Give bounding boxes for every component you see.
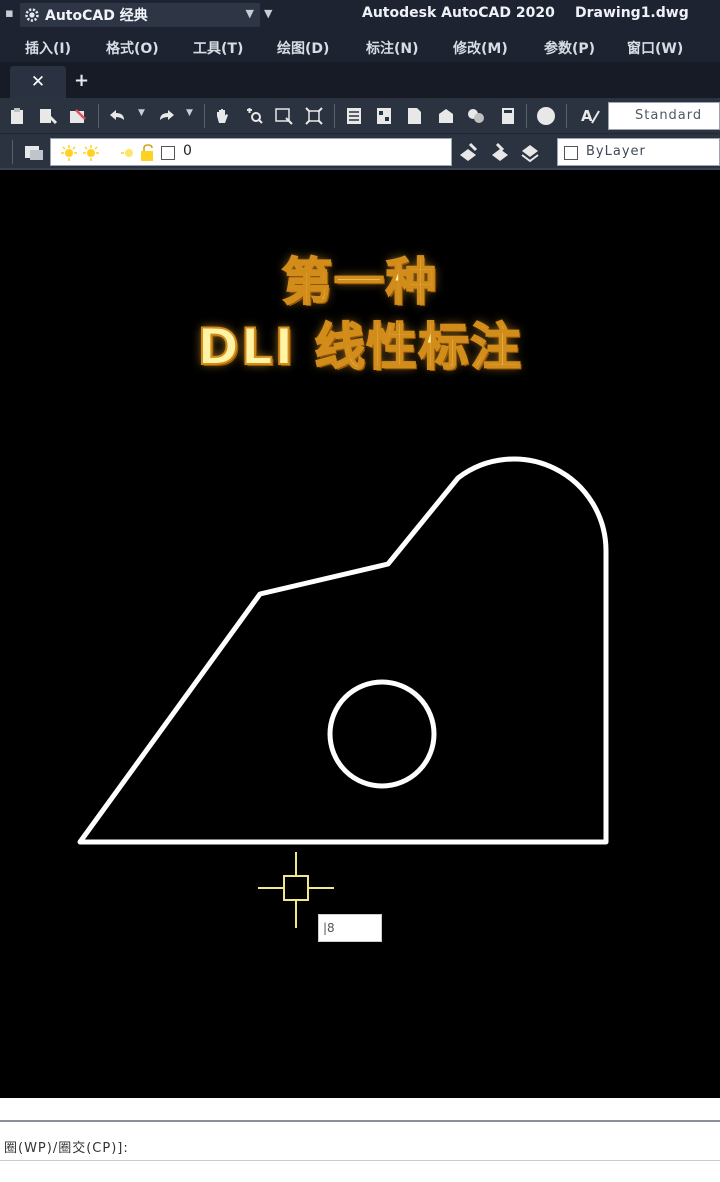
redo-dropdown-icon[interactable]: ▼ [186,108,193,118]
menu-window[interactable]: 窗口(W) [627,38,683,58]
pan-hand-icon[interactable] [210,104,234,128]
color-control-select[interactable]: ByLayer [557,138,720,166]
command-line-area: 圈(WP)/圈交(CP)]: [0,1098,720,1182]
menu-insert[interactable]: 插入(I) [25,38,71,58]
menu-draw[interactable]: 绘图(D) [277,38,329,58]
zoom-realtime-icon[interactable] [242,104,266,128]
sheet-set-icon[interactable] [434,104,458,128]
svg-text:A: A [581,107,593,125]
menu-format[interactable]: 格式(O) [106,38,159,58]
gear-icon [23,6,41,24]
drawing-geometry [77,456,609,928]
workspace-label: AutoCAD 经典 [45,8,148,24]
layer-thaw-sun-icon[interactable] [81,144,101,166]
toolbar-separator [98,104,99,128]
undo-dropdown-icon[interactable]: ▼ [138,108,145,118]
toolbar-separator [12,140,13,164]
toolbar-separator [566,104,567,128]
match-properties-icon[interactable] [36,104,60,128]
color-control-label: ByLayer [586,144,646,159]
layer-previous-icon[interactable] [488,140,512,164]
toolbar-separator [204,104,205,128]
quick-access-dropdown-icon[interactable]: ▼ [264,7,272,20]
menu-bar: 插入(I) 格式(O) 工具(T) 绘图(D) 标注(N) 修改(M) 参数(P… [0,30,720,62]
paste-icon[interactable] [6,104,30,128]
app-menu-dash-icon[interactable]: ▪ [5,6,14,21]
text-style-select[interactable]: Standard [608,102,720,130]
menu-dimension[interactable]: 标注(N) [366,38,419,58]
command-line-divider [0,1120,720,1122]
markup-set-icon[interactable] [464,104,488,128]
make-object-layer-current-icon[interactable] [456,140,480,164]
toolbar-separator [334,104,335,128]
command-line-divider [0,1160,720,1161]
part-hole-circle [327,679,437,789]
close-icon[interactable]: ✕ [31,72,45,92]
dynamic-input-field[interactable]: |8 [318,914,382,942]
drawing-canvas[interactable]: 第一种 DLI 线性标注 |8 [0,172,720,1098]
chevron-down-icon[interactable]: ▼ [246,7,254,20]
workspace-select[interactable]: AutoCAD 经典 ▼ [20,3,260,27]
zoom-window-icon[interactable] [272,104,296,128]
command-prompt[interactable]: 圈(WP)/圈交(CP)]: [4,1137,129,1156]
title-bar: ▪ AutoCAD 经典 ▼ ▼ Autodesk AutoCAD 2020 D… [0,0,720,30]
part-outline [77,456,609,845]
document-tab-strip: ✕ + [0,62,720,98]
document-tab[interactable]: ✕ [10,66,66,98]
menu-modify[interactable]: 修改(M) [453,38,508,58]
properties-icon[interactable] [342,104,366,128]
design-center-icon[interactable] [372,104,396,128]
app-title: Autodesk AutoCAD 2020 [362,5,555,21]
layer-state-icon[interactable] [518,140,542,164]
layer-on-bulb-icon[interactable] [59,144,79,166]
text-style-icon[interactable]: A [578,104,602,128]
autocad-window: ▪ AutoCAD 经典 ▼ ▼ Autodesk AutoCAD 2020 D… [0,0,720,1182]
current-layer-name: 0 [183,143,192,159]
menu-parametric[interactable]: 参数(P) [544,38,595,58]
document-title: Drawing1.dwg [575,5,689,21]
layer-properties-icon[interactable] [22,140,46,164]
layer-unlock-icon[interactable] [137,144,157,166]
toolbar-separator [526,104,527,128]
layer-viewport-sun-icon[interactable] [119,144,139,166]
color-swatch [564,146,578,160]
undo-icon[interactable] [106,104,130,128]
layer-select[interactable]: 0 [50,138,452,166]
tool-palettes-icon[interactable] [402,104,426,128]
zoom-previous-icon[interactable] [302,104,326,128]
help-sphere-icon[interactable] [534,104,558,128]
layer-color-swatch [161,146,175,160]
redo-icon[interactable] [154,104,178,128]
new-tab-plus-icon[interactable]: + [74,70,89,91]
menu-tools[interactable]: 工具(T) [193,38,243,58]
block-editor-icon[interactable] [66,104,90,128]
quickcalc-icon[interactable] [496,104,520,128]
